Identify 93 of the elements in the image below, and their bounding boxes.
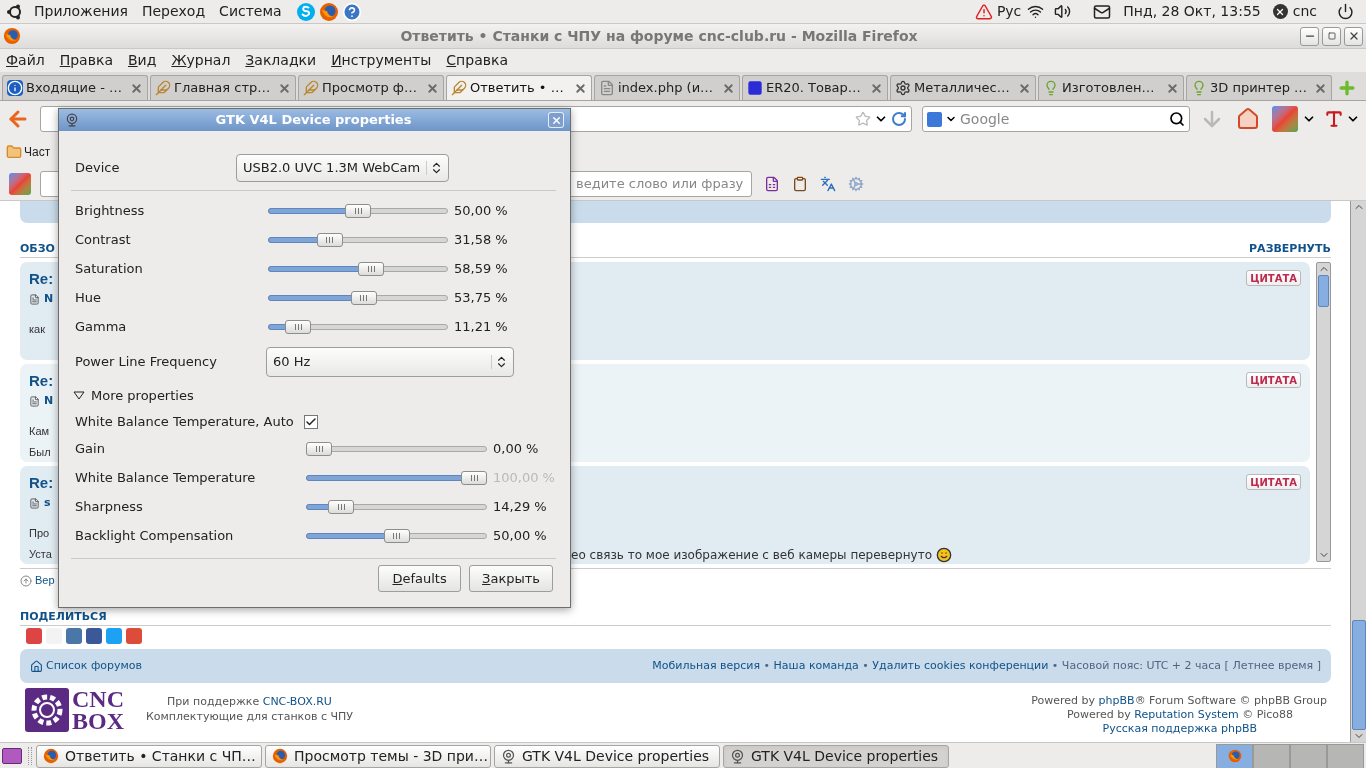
- post-text: Уста: [29, 548, 52, 560]
- control-label: White Balance Temperature, Auto: [75, 412, 294, 431]
- footer-text: •: [762, 658, 772, 672]
- window-title: Ответить • Станки с ЧПУ на форуме cnc-club.ru - Mozilla Firefox: [399, 26, 919, 46]
- expander[interactable]: More properties: [73, 384, 194, 408]
- select-field[interactable]: 60 Hz: [266, 346, 514, 377]
- link[interactable]: Мобильная версия: [652, 658, 761, 672]
- powered-text: Powered by: [1067, 708, 1132, 721]
- powered-text: © Pico88: [1241, 708, 1293, 721]
- footer-text: • Часовой пояс: UTC + 2 часа [ Летнее время ]: [1050, 658, 1321, 672]
- link[interactable]: Удалить cookies конференции: [872, 658, 1049, 672]
- value-reading: 58,59 %: [454, 259, 508, 278]
- footer-text: •: [861, 658, 870, 672]
- value-reading: 50,00 %: [454, 201, 508, 220]
- section-title: ОБЗО: [20, 240, 55, 257]
- user-name[interactable]: cnc: [1292, 1, 1317, 22]
- value-reading: 0,00 %: [493, 439, 539, 458]
- post-text: Кам: [29, 425, 50, 437]
- link[interactable]: Наша команда: [773, 658, 859, 672]
- section-title: ПОДЕЛИТЬСЯ: [20, 608, 107, 625]
- quote-button[interactable]: ЦИТАТА: [1246, 270, 1301, 286]
- link[interactable]: Русская поддержка phpBB: [1102, 722, 1257, 735]
- browser-tab[interactable]: Просмотр ф…: [298, 75, 444, 100]
- post-text: ео связь то мое изображение с веб камеры перевернуто: [571, 546, 932, 564]
- browser-tab[interactable]: index.php (и…: [594, 75, 740, 100]
- menu-item[interactable]: Справка: [446, 50, 508, 71]
- value-reading: 31,58 %: [454, 230, 508, 249]
- support-text: При поддержке: [167, 695, 261, 708]
- search-field[interactable]: Google: [960, 108, 1166, 130]
- expand-link[interactable]: РАЗВЕРНУТЬ: [1249, 240, 1331, 257]
- bookmark-item[interactable]: Част: [6, 143, 51, 161]
- menu-item[interactable]: Журнал: [171, 50, 231, 71]
- forum-link[interactable]: Список форумов: [46, 657, 143, 675]
- support-text: Комплектующие для станков с ЧПУ: [146, 710, 353, 723]
- panel-menu[interactable]: Система: [219, 1, 282, 22]
- control-label: Brightness: [75, 201, 146, 220]
- browser-tab[interactable]: Ответить • …: [446, 75, 592, 100]
- browser-tab[interactable]: Главная стр…: [150, 75, 296, 100]
- browser-tab[interactable]: Входящие - …: [2, 75, 148, 100]
- menu-item[interactable]: Инструменты: [331, 50, 432, 71]
- dialog-button[interactable]: Закрыть: [469, 565, 553, 592]
- panel-menu[interactable]: Приложения: [34, 1, 128, 22]
- link[interactable]: CNC-BOX.RU: [262, 695, 332, 708]
- control-label: Contrast: [75, 230, 132, 249]
- menu-item[interactable]: Файл: [6, 50, 45, 71]
- top-link[interactable]: Вер: [35, 572, 55, 589]
- control-label: Gamma: [75, 317, 128, 336]
- menu-item[interactable]: Вид: [128, 50, 157, 71]
- clock[interactable]: Пнд, 28 Окт, 13:55: [1123, 1, 1261, 22]
- panel-menu[interactable]: Переход: [141, 1, 206, 22]
- powered-text: ® Forum Software © phpBB Group: [1134, 694, 1327, 707]
- task-button[interactable]: Ответить • Станки с ЧП…: [36, 744, 262, 768]
- quote-button[interactable]: ЦИТАТА: [1246, 372, 1301, 388]
- browser-tab[interactable]: 3D принтер …: [1186, 75, 1332, 100]
- post-title[interactable]: Re:: [29, 370, 54, 393]
- task-button[interactable]: Просмотр темы - 3D при…: [265, 744, 491, 768]
- browser-tab[interactable]: Металличес…: [890, 75, 1036, 100]
- link[interactable]: Reputation System: [1134, 708, 1239, 721]
- link[interactable]: phpBB: [1098, 694, 1135, 707]
- control-label: White Balance Temperature: [75, 468, 257, 487]
- post-text: Был: [29, 446, 51, 458]
- browser-tab[interactable]: Изготовлен…: [1038, 75, 1184, 100]
- logo: CNC BOX: [25, 688, 124, 732]
- post-text: Про: [29, 527, 50, 539]
- post-text: как: [29, 323, 45, 335]
- control-label: Gain: [75, 439, 106, 458]
- value-reading: 50,00 %: [493, 526, 547, 545]
- post-title[interactable]: Re:: [29, 472, 54, 495]
- quote-button[interactable]: ЦИТАТА: [1246, 474, 1301, 490]
- menu-item[interactable]: Закладки: [245, 50, 317, 71]
- post-author[interactable]: N: [44, 290, 54, 308]
- control-label: Device: [75, 159, 121, 178]
- control-label: Hue: [75, 288, 102, 307]
- search-bar[interactable]: Google: [922, 106, 1190, 132]
- control-label: Saturation: [75, 259, 144, 278]
- browser-tab[interactable]: ER20. Товар…: [742, 75, 888, 100]
- window-title: GTK V4L Device properties: [214, 111, 413, 130]
- post-author[interactable]: s: [44, 494, 51, 512]
- control-label: Sharpness: [75, 497, 144, 516]
- control-label: Power Line Frequency: [75, 352, 218, 371]
- device-select[interactable]: USB2.0 UVC 1.3M WebCam: [236, 154, 450, 182]
- task-button[interactable]: GTK V4L Device properties: [723, 744, 949, 768]
- value-reading: 53,75 %: [454, 288, 508, 307]
- keyboard-layout[interactable]: Рус: [996, 1, 1022, 22]
- menu-item[interactable]: Правка: [59, 50, 113, 71]
- value-reading: 14,29 %: [493, 497, 547, 516]
- dialog-button[interactable]: Defaults: [378, 565, 462, 592]
- value-reading: 11,21 %: [454, 317, 508, 336]
- control-label: Backlight Compensation: [75, 526, 235, 545]
- post-title[interactable]: Re:: [29, 268, 54, 291]
- post-author[interactable]: N: [44, 392, 54, 410]
- powered-text: Powered by: [1031, 694, 1097, 707]
- task-button[interactable]: GTK V4L Device properties: [494, 744, 720, 768]
